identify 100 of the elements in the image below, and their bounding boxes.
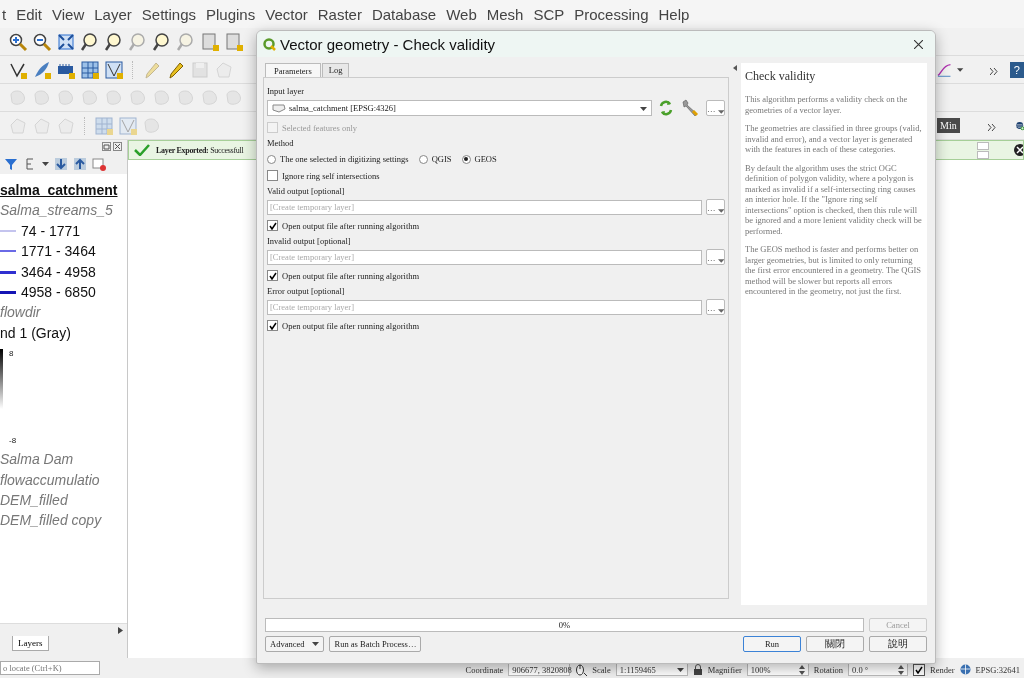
help-text: The geometries are classified in three groups (valid, invalid and error), and a vector layer is generated with the features in each of these categories.	[745, 123, 923, 155]
layers-tab[interactable]: Layers	[12, 636, 49, 651]
spin-arrows-icon[interactable]	[898, 664, 905, 675]
dialog-button[interactable]: Run as Batch Process…	[329, 636, 422, 652]
menu-item[interactable]: Layer	[93, 5, 133, 23]
radio-button[interactable]	[461, 154, 471, 164]
input-field[interactable]: [Create temporary layer]	[267, 199, 702, 215]
browse-button[interactable]: …	[706, 199, 725, 215]
float-icon[interactable]	[102, 142, 111, 151]
checkbox-label: Render	[930, 664, 955, 675]
crs-label[interactable]: EPSG:32641	[975, 664, 1020, 675]
scroll-right-icon[interactable]	[118, 626, 123, 634]
menu-item[interactable]: Edit	[15, 5, 44, 23]
tab[interactable]: Parameters	[265, 63, 321, 77]
collapse-arrow-icon[interactable]	[733, 65, 737, 71]
dropdown-button[interactable]: Advanced	[265, 636, 325, 652]
checkbox[interactable]	[267, 220, 278, 231]
menu-item[interactable]: Vector	[264, 5, 309, 23]
remove-layer-icon[interactable]	[92, 157, 106, 171]
radio-label: GEOS	[474, 154, 497, 164]
radio-label: QGIS	[431, 154, 452, 164]
checkbox-label: Selected features only	[282, 122, 358, 133]
status-label: Scale	[592, 664, 611, 675]
caret-icon	[717, 259, 724, 263]
legend-label: 1771 - 3464	[21, 243, 96, 260]
checkbox[interactable]	[267, 170, 278, 181]
dialog-button[interactable]: 說明	[869, 636, 927, 652]
layer-dropdown[interactable]: salma_catchment [EPSG:4326]	[267, 100, 652, 116]
help-text: By default the algorithm uses the strict OGC definition of polygon validity, where a polygon is marked as invalid if a self-intersecting ring causes an interior hole. If the "Ignore ring self intersections" option is checked, then this rule will be ignored and a more lenient validity check will be performed.	[745, 162, 923, 236]
message-text: Layer Exported: Successfull	[156, 145, 244, 155]
browse-button[interactable]: …	[706, 100, 725, 116]
caret-icon	[640, 107, 647, 111]
layer-name[interactable]: salma_catchment	[0, 180, 127, 201]
checkbox[interactable]	[267, 270, 278, 281]
layer-name[interactable]: DEM_filled	[0, 489, 127, 511]
close-icon[interactable]	[914, 39, 923, 49]
menu-item[interactable]: t	[1, 5, 8, 23]
curve-icon[interactable]	[937, 61, 952, 78]
magnifier-icon[interactable]	[152, 31, 172, 52]
expand-icon[interactable]	[56, 31, 76, 52]
caret-icon	[717, 209, 724, 213]
menu-item[interactable]: Mesh	[485, 5, 525, 23]
layer-name[interactable]: flowdir	[0, 302, 127, 323]
menu-item[interactable]: Help	[657, 5, 691, 23]
menu-item[interactable]: Processing	[573, 5, 650, 23]
locator-field[interactable]: o locate (Ctrl+K)	[0, 661, 100, 675]
menu-item[interactable]: SCP	[532, 5, 566, 23]
zoom-in-icon[interactable]	[8, 31, 28, 52]
field-label: Input layer	[267, 85, 306, 98]
dialog-title: Vector geometry - Check validity	[280, 35, 496, 53]
menu-item[interactable]: View	[51, 5, 86, 23]
layer-name[interactable]: Salma_streams_5	[0, 200, 127, 221]
menu-item[interactable]: Web	[445, 5, 478, 23]
input-field[interactable]: [Create temporary layer]	[267, 249, 702, 265]
browse-button[interactable]: …	[706, 299, 725, 315]
magnifier-icon[interactable]	[104, 31, 124, 52]
caret-icon	[312, 642, 320, 646]
caret-icon	[717, 110, 724, 114]
checkbox-label: Ignore ring self intersections	[282, 170, 380, 181]
vertex-frame-icon[interactable]	[104, 59, 124, 80]
arrow-up-icon[interactable]	[73, 157, 87, 171]
close-icon[interactable]	[113, 142, 122, 151]
dialog-button[interactable]: 關閉	[806, 636, 864, 652]
zoom-out-icon[interactable]	[32, 31, 52, 52]
min-button[interactable]: Min	[937, 118, 960, 133]
lock-icon[interactable]	[692, 664, 703, 675]
menu-item[interactable]: Raster	[316, 5, 363, 23]
check-icon	[134, 144, 150, 156]
grid-icon[interactable]	[80, 59, 100, 80]
browse-button[interactable]: …	[706, 249, 725, 265]
magnifier-icon[interactable]	[80, 31, 100, 52]
caret-icon	[717, 309, 724, 313]
quill-icon[interactable]	[32, 59, 52, 80]
checkbox[interactable]	[267, 320, 278, 331]
layer-name[interactable]: flowaccumulatio	[0, 469, 127, 490]
close-icon[interactable]	[1013, 144, 1023, 156]
chevrons-icon[interactable]	[987, 123, 996, 131]
layer-name[interactable]: Salma Dam	[0, 449, 127, 470]
refresh-icon[interactable]	[658, 100, 674, 116]
wrench-icon[interactable]	[681, 99, 699, 117]
input-field[interactable]: [Create temporary layer]	[267, 299, 702, 315]
radio-button[interactable]	[267, 154, 276, 164]
tab[interactable]: Log	[321, 63, 350, 77]
arrow-down-icon[interactable]	[54, 157, 68, 171]
globe-icon[interactable]	[959, 664, 971, 675]
menu-item[interactable]: Settings	[140, 5, 197, 23]
radio-button[interactable]	[418, 154, 428, 164]
filter-icon[interactable]	[4, 157, 18, 171]
help-button[interactable]: ?	[1009, 61, 1024, 78]
mouse-icon[interactable]	[575, 663, 588, 676]
layer-name[interactable]: DEM_filled copy	[0, 510, 127, 531]
status-label: Rotation	[813, 664, 844, 675]
spin-arrows-icon[interactable]	[798, 664, 805, 675]
help-text: The GEOS method is faster and performs better on larger geometries, but is limited to only returning the first error encountered in a geometry. The QGIS method will be slower but reports all errors encountered in the geometry, not just the first.	[745, 244, 923, 297]
legend-label: nd 1 (Gray)	[0, 323, 72, 343]
polygon-layer-icon	[272, 103, 286, 113]
menu-item[interactable]: Database	[370, 5, 438, 23]
menu-item[interactable]: Plugins	[205, 5, 257, 23]
dialog-button[interactable]: Run	[743, 636, 801, 652]
chevrons-icon[interactable]	[989, 67, 998, 75]
